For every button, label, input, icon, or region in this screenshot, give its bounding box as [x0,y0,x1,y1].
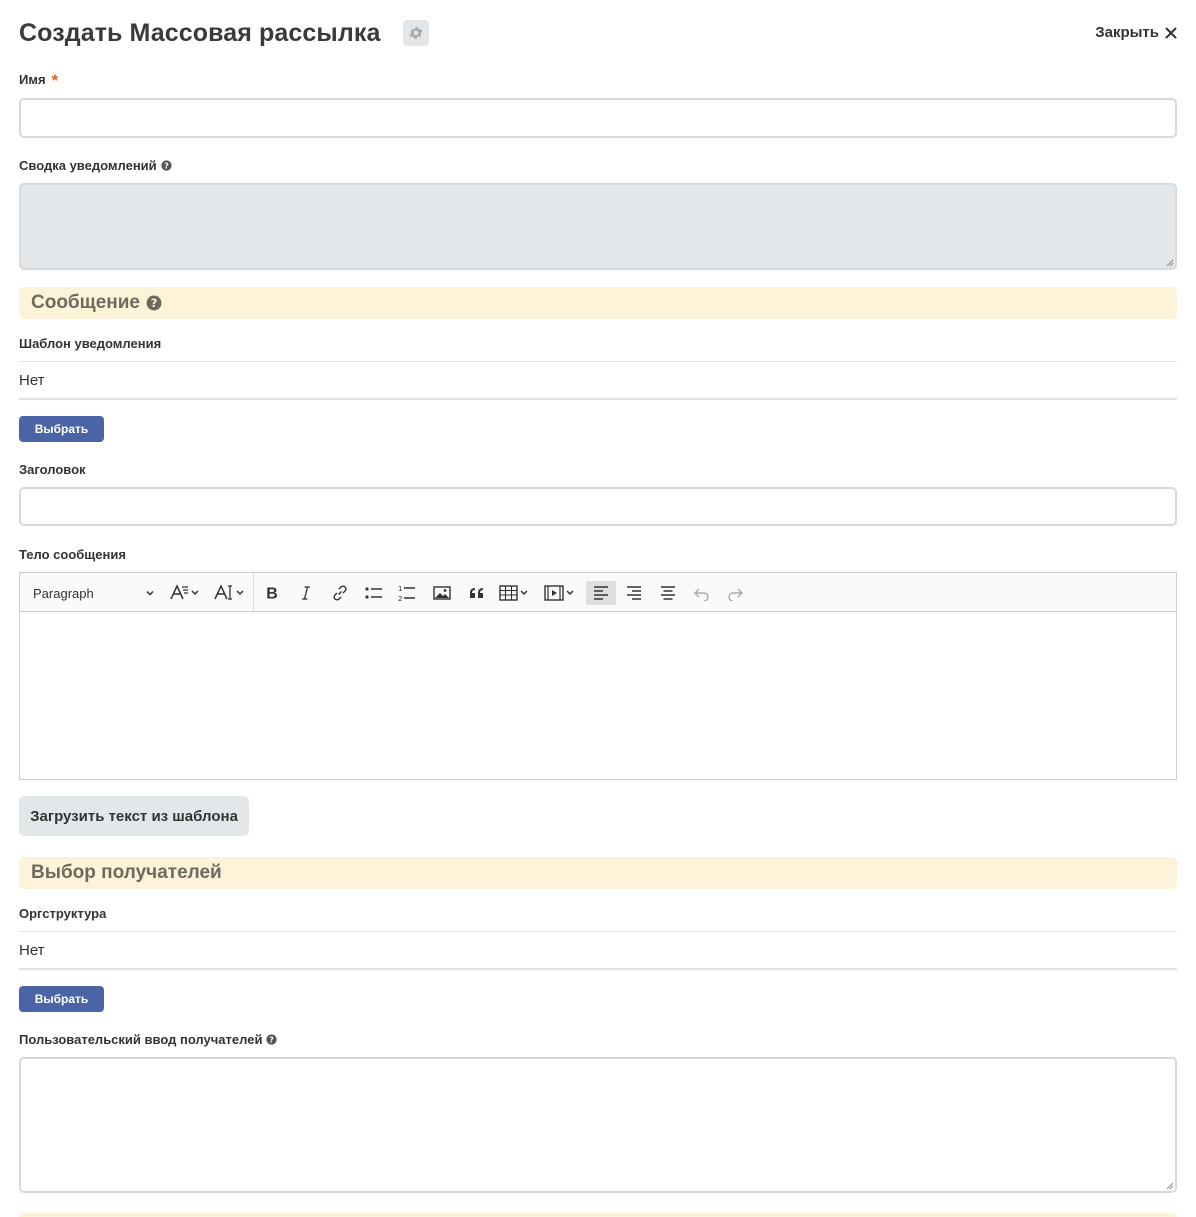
summary-textarea[interactable] [19,183,1177,270]
resize-handle-icon[interactable] [1165,258,1174,267]
redo-icon [728,588,743,601]
numbered-list-button[interactable]: 1 2 [394,581,420,605]
close-icon [1165,27,1177,38]
template-label: Шаблон уведомления [19,336,162,351]
toolbar-separator [253,573,254,611]
svg-text:B: B [266,586,278,602]
help-icon[interactable]: ? [161,160,172,171]
summary-label-text: Сводка уведомлений [19,158,157,173]
select-template-button[interactable]: Выбрать [19,416,104,442]
name-label: Имя * [19,70,59,90]
font-size-icon [214,584,244,600]
body-label: Тело сообщения [19,547,126,562]
align-right-button[interactable] [621,581,647,605]
bold-icon: B [266,586,278,602]
numbered-list-icon: 1 2 [398,585,415,602]
paragraph-select[interactable]: Paragraph [21,581,161,605]
close-button[interactable]: Закрыть [1095,24,1177,41]
next-section-band [19,1213,1177,1217]
help-icon[interactable]: ? [146,295,162,311]
bulleted-list-button[interactable] [361,581,387,605]
font-size-dropdown[interactable] [212,581,248,605]
image-icon [433,586,451,600]
custom-recipients-label-text: Пользовательский ввод получателей [19,1032,263,1047]
template-value: Нет [19,361,1177,400]
summary-label: Сводка уведомлений ? [19,158,172,173]
custom-recipients-textarea[interactable] [19,1057,1177,1193]
link-icon [333,585,347,601]
section-message-title: Сообщение [31,292,140,313]
bold-button[interactable]: B [260,581,284,605]
form-header: Создать Массовая рассылка Закрыть [19,16,1177,54]
close-label: Закрыть [1095,24,1159,41]
font-family-dropdown[interactable] [168,581,202,605]
orgstructure-label: Оргструктура [19,906,107,921]
name-label-text: Имя [19,72,46,87]
undo-button[interactable] [689,581,715,605]
section-recipients: Выбор получателей [19,857,1177,889]
blockquote-icon [470,588,483,598]
blockquote-button[interactable] [464,581,490,605]
subject-input[interactable] [19,487,1177,526]
align-center-icon [661,586,675,600]
align-right-icon [627,586,641,600]
load-template-text-button[interactable]: Загрузить текст из шаблона [19,796,249,836]
settings-button[interactable] [403,20,429,46]
gear-icon [409,27,423,39]
align-left-button[interactable] [586,581,616,605]
svg-text:?: ? [164,161,169,170]
undo-icon [694,588,709,601]
insert-media-dropdown[interactable] [543,581,579,605]
chevron-down-icon [146,590,154,596]
mass-mailing-create-form: Создать Массовая рассылка Закрыть Имя * С… [0,0,1196,1217]
select-orgstructure-button[interactable]: Выбрать [19,986,104,1012]
name-input[interactable] [19,98,1177,138]
svg-text:?: ? [270,1035,275,1044]
help-icon[interactable]: ? [266,1034,278,1045]
page-title: Создать Массовая рассылка [19,19,381,47]
insert-table-dropdown[interactable] [498,581,534,605]
section-recipients-title: Выбор получателей [31,862,222,883]
align-center-button[interactable] [655,581,681,605]
custom-recipients-label: Пользовательский ввод получателей ? [19,1032,278,1047]
media-icon [544,585,574,601]
link-button[interactable] [328,581,352,605]
italic-icon [302,586,310,600]
section-message: Сообщение ? [19,287,1177,319]
svg-text:1: 1 [398,585,402,593]
editor-content-area[interactable] [20,612,1176,779]
insert-image-button[interactable] [429,581,455,605]
svg-text:?: ? [151,296,158,310]
bulleted-list-icon [365,587,382,599]
italic-button[interactable] [294,581,318,605]
resize-handle-icon[interactable] [1165,1181,1174,1190]
svg-text:2: 2 [398,595,402,602]
required-asterisk: * [51,70,59,90]
redo-button[interactable] [722,581,748,605]
rich-text-editor: Paragraph B 1 2 [19,572,1177,780]
orgstructure-value: Нет [19,931,1177,970]
subject-label: Заголовок [19,462,86,477]
paragraph-select-label: Paragraph [33,585,94,601]
table-icon [499,585,528,601]
editor-toolbar: Paragraph B 1 2 [20,573,1176,612]
align-left-icon [594,586,608,600]
font-family-icon [170,584,199,600]
